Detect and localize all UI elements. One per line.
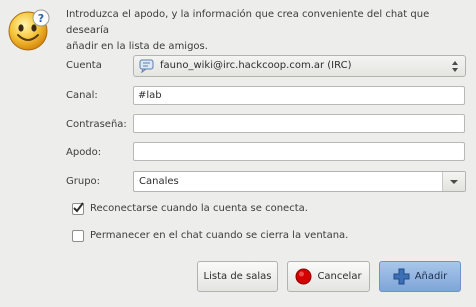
group-combobox[interactable]: Canales [133, 171, 466, 192]
group-label: Grupo: [66, 176, 101, 187]
stay-in-chat-label[interactable]: Permanecer en el chat cuando se cierra l… [90, 230, 348, 241]
room-list-button-label: Lista de salas [203, 271, 272, 282]
account-select[interactable]: fauno_wiki@irc.hackcoop.com.ar (IRC) [133, 55, 466, 77]
chevron-down-icon [450, 180, 458, 184]
up-down-arrows-icon [451, 60, 459, 76]
password-label: Contraseña: [66, 119, 127, 130]
channel-label: Canal: [66, 90, 98, 101]
channel-input[interactable]: #lab [133, 86, 465, 105]
add-icon [393, 268, 410, 285]
nick-label: Apodo: [66, 147, 102, 158]
instructions-line-1: Introduzca el apodo, y la información qu… [66, 9, 430, 36]
reconnect-checkbox[interactable] [72, 202, 84, 215]
reconnect-label[interactable]: Reconectarse cuando la cuenta se conecta… [90, 203, 308, 214]
instructions-line-2: añadir en la lista de amigos. [66, 41, 208, 52]
room-list-button[interactable]: Lista de salas [197, 261, 278, 292]
group-dropdown-button[interactable] [443, 172, 465, 191]
smiley-face-icon: ? [5, 6, 51, 52]
nick-input[interactable] [133, 142, 465, 161]
cancel-icon [295, 268, 312, 285]
group-value: Canales [139, 176, 179, 187]
instructions-text: Introduzca el apodo, y la información qu… [66, 7, 466, 55]
account-label: Cuenta [66, 60, 102, 71]
cancel-button[interactable]: Cancelar [287, 261, 370, 292]
checkmark-icon [73, 202, 84, 213]
stay-in-chat-checkbox[interactable] [72, 230, 84, 242]
add-button[interactable]: Añadir [379, 261, 461, 292]
password-input[interactable] [133, 114, 465, 133]
irc-chat-icon [139, 59, 155, 74]
cancel-button-label: Cancelar [317, 271, 362, 282]
account-value: fauno_wiki@irc.hackcoop.com.ar (IRC) [160, 60, 352, 71]
add-button-label: Añadir [414, 271, 448, 282]
svg-text:?: ? [38, 12, 44, 25]
